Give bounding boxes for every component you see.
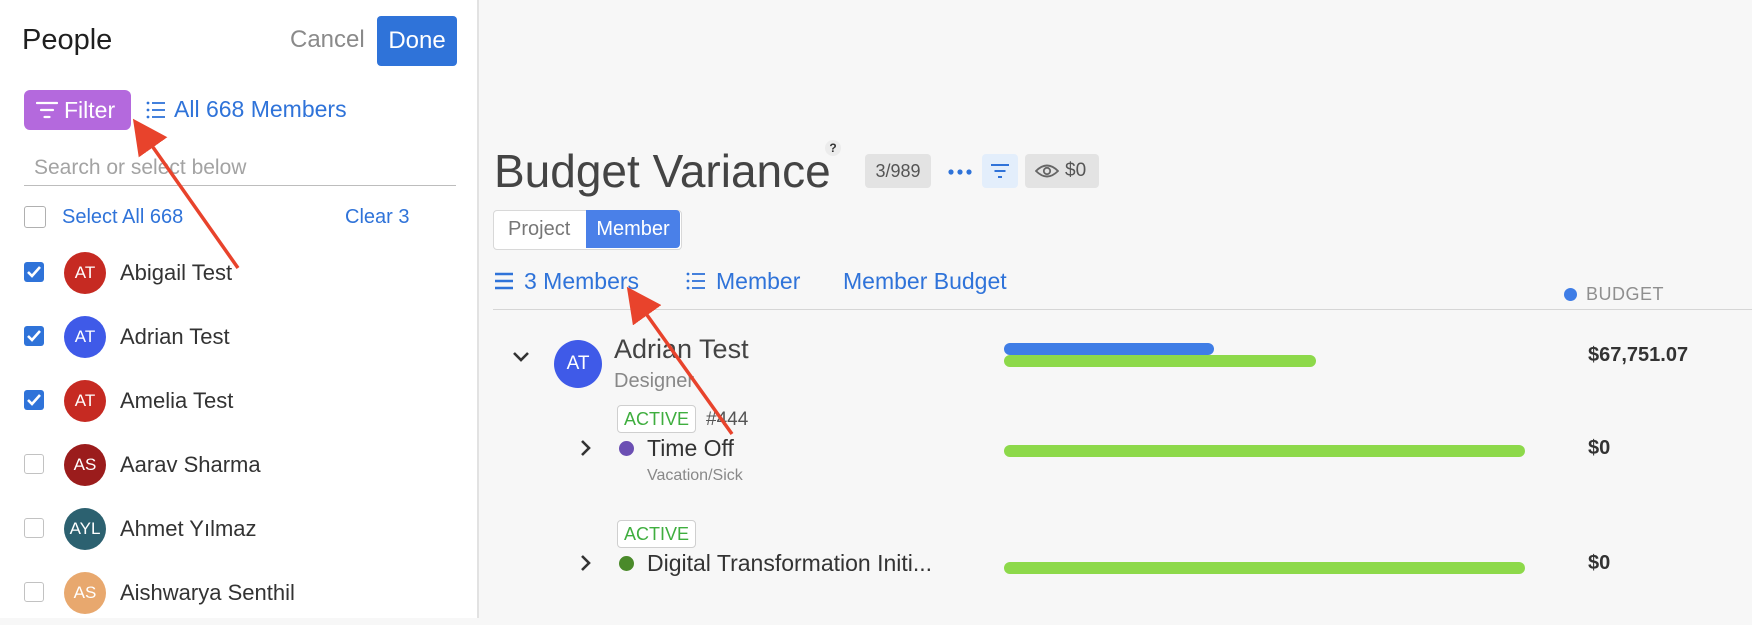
project-name[interactable]: Digital Transformation Initi... — [647, 550, 932, 577]
people-panel: People Cancel Done Filter All 668 Member… — [0, 0, 479, 618]
list-item[interactable]: AT Abigail Test — [0, 241, 477, 305]
list-item[interactable]: AS Aishwarya Senthil — [0, 561, 477, 625]
chevron-right-icon[interactable] — [580, 439, 592, 462]
project-color-dot — [619, 556, 634, 571]
project-name[interactable]: Time Off — [647, 435, 734, 462]
person-checkbox[interactable] — [24, 262, 44, 282]
avatar: AT — [64, 380, 106, 422]
eye-icon — [1035, 164, 1059, 178]
chevron-right-icon[interactable] — [580, 554, 592, 577]
chevron-down-icon[interactable] — [512, 350, 530, 368]
person-checkbox[interactable] — [24, 518, 44, 538]
legend-label: BUDGET — [1586, 284, 1665, 304]
visibility-badge[interactable]: $0 — [1025, 154, 1099, 188]
list-item[interactable]: AS Aarav Sharma — [0, 433, 477, 497]
segment-member[interactable]: Member — [586, 210, 680, 248]
panel-title: People — [22, 24, 113, 56]
all-members-label: All 668 Members — [174, 96, 347, 122]
avatar: AT — [554, 340, 602, 388]
done-button[interactable]: Done — [377, 16, 457, 66]
project-amount: $0 — [1588, 437, 1611, 459]
list-item[interactable]: AYL Ahmet Yılmaz — [0, 497, 477, 561]
avatar: AS — [64, 572, 106, 614]
filter-label: Filter — [64, 97, 116, 123]
checkmark-icon — [27, 266, 41, 278]
actual-bar — [1004, 562, 1525, 574]
header-divider — [493, 309, 1752, 310]
actual-bar — [1004, 445, 1525, 457]
filter-icon — [991, 164, 1009, 178]
status-badge: ACTIVE — [617, 405, 696, 433]
filter-button[interactable]: Filter — [24, 90, 131, 130]
filter-icon — [36, 101, 58, 119]
avatar: AT — [64, 316, 106, 358]
list-item[interactable]: AT Amelia Test — [0, 369, 477, 433]
project-color-dot — [619, 441, 634, 456]
member-amount: $67,751.07 — [1588, 344, 1689, 366]
person-checkbox[interactable] — [24, 390, 44, 410]
person-name: Abigail Test — [120, 260, 233, 285]
cancel-button[interactable]: Cancel — [290, 26, 365, 54]
menu-lines-icon — [495, 272, 513, 290]
list-item[interactable]: AT Adrian Test — [0, 305, 477, 369]
page-title: Budget Variance — [494, 145, 831, 197]
person-checkbox[interactable] — [24, 454, 44, 474]
avatar: AT — [64, 252, 106, 294]
more-dots-icon[interactable] — [945, 158, 975, 184]
member-name[interactable]: Adrian Test — [614, 334, 749, 365]
status-badge: ACTIVE — [617, 520, 696, 548]
person-checkbox[interactable] — [24, 326, 44, 346]
list-icon — [146, 101, 165, 119]
avatar: AYL — [64, 508, 106, 550]
project-number: #444 — [706, 409, 749, 430]
count-badge: 3/989 — [865, 154, 931, 188]
budget-bar — [1004, 343, 1214, 355]
avatar: AS — [64, 444, 106, 486]
tab-member-budget[interactable]: Member Budget — [843, 268, 1007, 295]
person-name: Adrian Test — [120, 324, 230, 349]
project-subtitle: Vacation/Sick — [647, 467, 743, 484]
select-all-link[interactable]: Select All 668 — [62, 206, 183, 229]
person-name: Aarav Sharma — [120, 452, 261, 477]
clear-link[interactable]: Clear 3 — [345, 206, 409, 229]
checkmark-icon — [27, 330, 41, 342]
help-icon[interactable]: ? — [825, 140, 841, 156]
project-amount: $0 — [1588, 552, 1611, 574]
person-name: Amelia Test — [120, 388, 234, 413]
member-role: Designer — [614, 370, 695, 392]
search-input[interactable] — [24, 150, 456, 186]
checkmark-icon — [27, 394, 41, 406]
tab-member-label: Member — [716, 268, 801, 294]
person-name: Aishwarya Senthil — [120, 580, 295, 605]
actual-bar — [1004, 355, 1316, 367]
person-checkbox[interactable] — [24, 582, 44, 602]
tab-members-count-label: 3 Members — [524, 268, 640, 294]
legend-dot-icon — [1564, 288, 1577, 301]
segment-project[interactable]: Project — [508, 218, 570, 241]
select-all-checkbox[interactable] — [24, 206, 46, 228]
person-name: Ahmet Yılmaz — [120, 516, 257, 541]
list-icon — [686, 272, 705, 290]
visibility-value: $0 — [1065, 160, 1087, 181]
filter-toggle-button[interactable] — [982, 154, 1018, 188]
